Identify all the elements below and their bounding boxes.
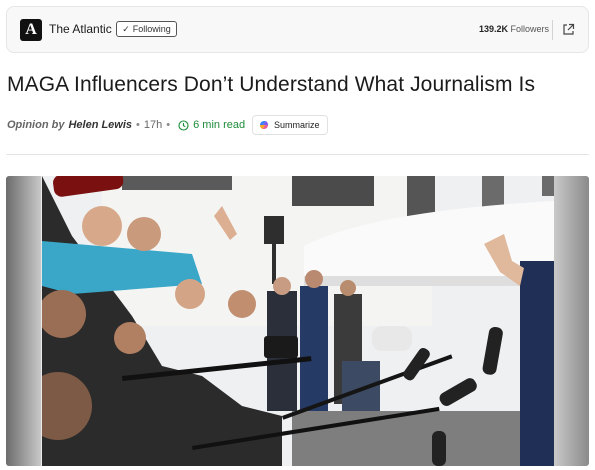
summarize-label: Summarize: [274, 120, 320, 130]
summarize-button[interactable]: Summarize: [252, 115, 328, 135]
read-time: 6 min read: [193, 119, 246, 131]
source-card: A The Atlantic ✓ Following 139.2K Follow…: [6, 6, 589, 53]
copilot-icon: [259, 121, 269, 129]
source-logo[interactable]: A: [20, 19, 42, 41]
followers-label: Followers: [510, 24, 550, 34]
article-headline: MAGA Influencers Don’t Understand What J…: [7, 73, 536, 96]
author-name[interactable]: Helen Lewis: [68, 119, 132, 131]
byline: Opinion by Helen Lewis • 17h • 6 min rea…: [7, 119, 245, 131]
check-icon: ✓: [122, 23, 130, 34]
opinion-label: Opinion by: [7, 119, 65, 131]
following-label: Following: [132, 24, 171, 34]
followers-number: 139.2K: [479, 24, 509, 34]
divider: [552, 20, 553, 40]
hero-photo: [42, 176, 554, 466]
following-button[interactable]: ✓ Following: [116, 21, 177, 37]
clock-icon: [178, 119, 189, 131]
article-age: 17h: [143, 119, 163, 131]
followers-count: 139.2K Followers: [479, 24, 549, 34]
external-link-icon[interactable]: [562, 23, 575, 36]
source-name[interactable]: The Atlantic: [49, 22, 112, 36]
divider: [6, 154, 589, 155]
separator-dot: •: [136, 119, 140, 131]
hero-image[interactable]: [6, 176, 589, 466]
separator-dot: •: [166, 119, 171, 131]
